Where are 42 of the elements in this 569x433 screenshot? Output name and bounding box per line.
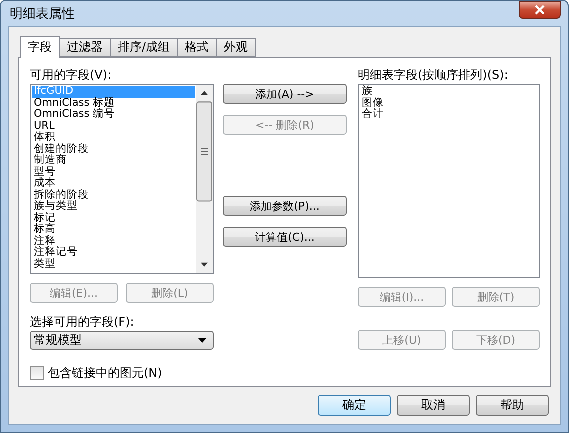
dialog-button[interactable]: 确定	[318, 395, 391, 416]
button[interactable]: 添加(A) -->	[223, 84, 347, 104]
field-label: 选择可用的字段(F):	[30, 315, 136, 329]
list-item[interactable]: 创建的阶段	[32, 144, 195, 155]
list-item[interactable]: 类型	[32, 258, 195, 270]
list-item[interactable]: 型号	[32, 166, 195, 178]
button[interactable]: 添加参数(P)...	[223, 196, 347, 216]
list-item[interactable]: 标记	[32, 212, 195, 224]
list-label: 可用的字段(V):	[30, 68, 113, 82]
list-item[interactable]: 图像	[360, 98, 538, 109]
tab[interactable]: 字段	[20, 36, 60, 58]
list-item[interactable]: OmniClass 标题	[32, 98, 195, 109]
button[interactable]: 计算值(C)...	[223, 227, 347, 247]
tab[interactable]: 外观	[216, 38, 256, 57]
tab[interactable]: 过滤器	[59, 38, 111, 57]
list-item[interactable]: 标高	[32, 224, 195, 236]
close-button[interactable]	[519, 0, 561, 18]
tab[interactable]: 格式	[177, 38, 218, 57]
window-title: 明细表属性	[9, 6, 75, 22]
list-label: 明细表字段(按顺序排列)(S):	[358, 68, 510, 82]
tab[interactable]: 排序/成组	[110, 38, 178, 57]
checkbox-label: 包含链接中的图元(N)	[48, 366, 162, 380]
list-item[interactable]: 族	[360, 86, 538, 98]
list-item[interactable]: 注释记号	[32, 247, 195, 258]
schedule-fields-list[interactable]: 族 图像 合计	[358, 84, 540, 278]
list-item[interactable]: 体积	[32, 132, 195, 144]
dropdown-arrow-icon	[198, 338, 207, 343]
category-dropdown[interactable]: 常规模型	[30, 331, 214, 350]
list-item[interactable]: 注释	[32, 236, 195, 247]
dialog-button[interactable]: 帮助	[476, 395, 549, 416]
list-item[interactable]: 族与类型	[32, 201, 195, 212]
list-item[interactable]: 成本	[32, 178, 195, 190]
close-icon	[534, 4, 546, 14]
list-item[interactable]: 制造商	[32, 155, 195, 166]
available-fields-list[interactable]: IfcGUID OmniClass 标题 OmniClass 编号 URL 体积 创建的阶段 制造商 型号 成本 拆除的阶段 族与类型 标记 标高 注释 注释记号 类型	[30, 84, 214, 274]
scrollbar[interactable]	[196, 85, 213, 273]
list-item[interactable]: 合计	[360, 109, 538, 120]
checkbox[interactable]	[30, 366, 44, 380]
dialog-button[interactable]: 取消	[397, 395, 470, 416]
list-item[interactable]: 拆除的阶段	[32, 190, 195, 201]
list-item[interactable]: URL	[32, 120, 195, 132]
list-item[interactable]: OmniClass 编号	[32, 109, 195, 120]
